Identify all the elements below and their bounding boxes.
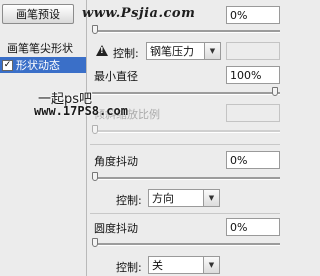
sidebar-item-label: 形状动态 xyxy=(16,59,60,72)
watermark-site: www.Psjia.com xyxy=(82,6,196,21)
roundness-jitter-slider[interactable] xyxy=(92,243,280,246)
control-pen-pressure-select[interactable]: 钢笔压力 ▼ xyxy=(146,42,221,60)
angle-jitter-slider-thumb[interactable] xyxy=(92,172,98,181)
roundness-jitter-input[interactable]: 0% xyxy=(226,218,280,236)
checkbox-icon[interactable]: ✓ xyxy=(2,59,13,71)
section-divider xyxy=(90,213,280,214)
minimum-diameter-input[interactable]: 100% xyxy=(226,66,280,84)
control-direction-select[interactable]: 方向 ▼ xyxy=(148,189,220,207)
minimum-diameter-slider-thumb[interactable] xyxy=(272,87,278,96)
select-value: 关 xyxy=(152,259,163,272)
minimum-diameter-slider[interactable] xyxy=(92,92,280,95)
dropdown-arrow-icon[interactable]: ▼ xyxy=(204,43,220,59)
angle-jitter-label: 角度抖动 xyxy=(94,155,138,168)
roundness-jitter-slider-thumb[interactable] xyxy=(92,238,98,247)
control-label: 控制: xyxy=(116,261,142,274)
section-divider xyxy=(90,144,280,145)
sidebar-item-shape-dynamics[interactable]: ✓ 形状动态 xyxy=(0,57,86,73)
control-label: 控制: xyxy=(113,47,139,60)
dropdown-arrow-icon[interactable]: ▼ xyxy=(203,257,219,273)
size-jitter-slider-thumb[interactable] xyxy=(92,25,98,34)
warning-icon xyxy=(96,45,108,56)
size-jitter-slider[interactable] xyxy=(92,30,280,33)
tilt-scale-input xyxy=(226,104,280,122)
minimum-diameter-label: 最小直径 xyxy=(94,70,138,83)
tilt-scale-slider-thumb xyxy=(92,125,98,134)
watermark-url: www.17PS8.com xyxy=(34,104,128,118)
tilt-scale-slider xyxy=(92,130,280,133)
control-off-select[interactable]: 关 ▼ xyxy=(148,256,220,274)
panel-divider xyxy=(86,0,87,276)
brush-presets-button[interactable]: 画笔预设 xyxy=(2,4,74,24)
roundness-jitter-label: 圆度抖动 xyxy=(94,222,138,235)
dropdown-arrow-icon[interactable]: ▼ xyxy=(203,190,219,206)
select-value: 钢笔压力 xyxy=(150,45,194,58)
control-label: 控制: xyxy=(116,194,142,207)
control-extra-field xyxy=(226,42,280,60)
angle-jitter-input[interactable]: 0% xyxy=(226,151,280,169)
angle-jitter-slider[interactable] xyxy=(92,177,280,180)
sidebar-item-brush-tip-shape[interactable]: 画笔笔尖形状 xyxy=(0,40,86,55)
select-value: 方向 xyxy=(152,192,174,205)
size-jitter-input[interactable]: 0% xyxy=(226,6,280,24)
